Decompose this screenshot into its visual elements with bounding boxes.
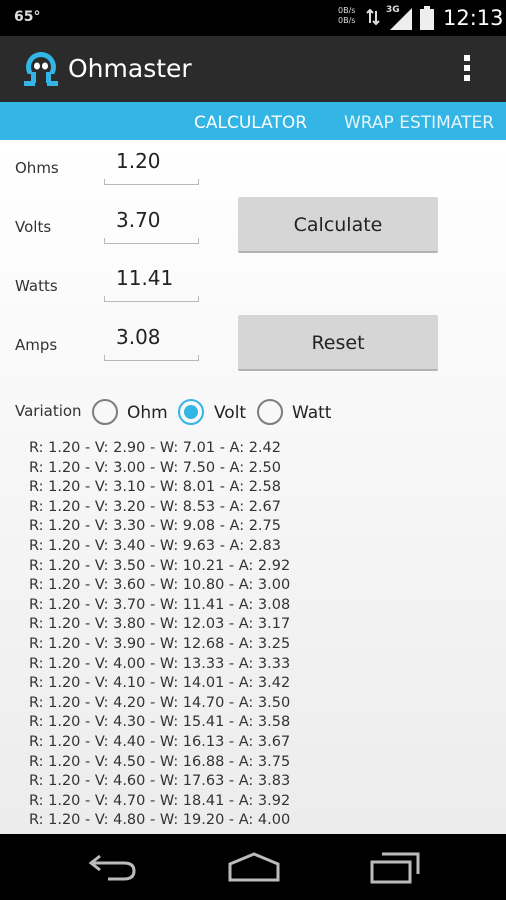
radio-ohm[interactable] <box>92 399 118 425</box>
reset-button[interactable]: Reset <box>238 315 438 371</box>
status-bar: 65° 0B/s 0B/s 3G 12:13 <box>0 0 506 36</box>
variation-label: Variation <box>15 402 82 420</box>
result-line: R: 1.20 - V: 3.70 - W: 11.41 - A: 3.08 <box>29 596 291 613</box>
battery-icon <box>420 6 434 30</box>
radio-ohm-label[interactable]: Ohm <box>127 403 168 423</box>
data-transfer-icon <box>366 8 380 26</box>
amps-field[interactable]: 3.08 <box>104 319 199 361</box>
result-line: R: 1.20 - V: 4.20 - W: 14.70 - A: 3.50 <box>29 694 291 711</box>
tab-calculator[interactable]: CALCULATOR <box>194 113 307 133</box>
watts-field[interactable]: 11.41 <box>104 260 199 302</box>
recent-apps-icon[interactable] <box>368 850 422 884</box>
radio-watt[interactable] <box>257 399 283 425</box>
result-line: R: 1.20 - V: 4.70 - W: 18.41 - A: 3.92 <box>29 792 291 809</box>
data-rate-down: 0B/s <box>338 16 356 25</box>
calculate-button[interactable]: Calculate <box>238 197 438 253</box>
data-rate-up: 0B/s <box>338 6 356 15</box>
navigation-bar <box>0 834 506 900</box>
home-icon[interactable] <box>226 850 282 884</box>
ohms-value: 1.20 <box>116 149 161 173</box>
result-line: R: 1.20 - V: 4.60 - W: 17.63 - A: 3.83 <box>29 773 291 790</box>
result-line: R: 1.20 - V: 4.00 - W: 13.33 - A: 3.33 <box>29 655 291 672</box>
overflow-menu-icon[interactable] <box>462 55 472 85</box>
action-bar: Ohmaster <box>0 36 506 102</box>
app-title: Ohmaster <box>68 54 192 83</box>
result-line: R: 1.20 - V: 3.20 - W: 8.53 - A: 2.67 <box>29 498 281 515</box>
radio-volt-label[interactable]: Volt <box>214 403 246 423</box>
result-line: R: 1.20 - V: 3.90 - W: 12.68 - A: 3.25 <box>29 635 291 652</box>
tab-wrap-estimater[interactable]: WRAP ESTIMATER <box>344 113 494 133</box>
radio-volt[interactable] <box>178 399 204 425</box>
volts-field[interactable]: 3.70 <box>104 202 199 244</box>
result-line: R: 1.20 - V: 3.40 - W: 9.63 - A: 2.83 <box>29 537 281 554</box>
status-time: 12:13 <box>443 6 504 30</box>
result-line: R: 1.20 - V: 4.50 - W: 16.88 - A: 3.75 <box>29 753 291 770</box>
result-line: R: 1.20 - V: 4.10 - W: 14.01 - A: 3.42 <box>29 675 291 692</box>
result-line: R: 1.20 - V: 4.30 - W: 15.41 - A: 3.58 <box>29 714 291 731</box>
ohms-field[interactable]: 1.20 <box>104 143 199 185</box>
result-line: R: 1.20 - V: 3.00 - W: 7.50 - A: 2.50 <box>29 459 281 476</box>
amps-label: Amps <box>15 336 58 354</box>
ohms-label: Ohms <box>15 159 59 177</box>
result-line: R: 1.20 - V: 2.90 - W: 7.01 - A: 2.42 <box>29 440 281 456</box>
watts-value: 11.41 <box>116 266 174 290</box>
signal-strength-icon <box>390 8 412 30</box>
result-line: R: 1.20 - V: 3.10 - W: 8.01 - A: 2.58 <box>29 479 281 496</box>
data-rate-indicator: 0B/s 0B/s <box>338 6 355 26</box>
volts-label: Volts <box>15 218 52 236</box>
result-line: R: 1.20 - V: 3.80 - W: 12.03 - A: 3.17 <box>29 616 291 633</box>
result-line: R: 1.20 - V: 3.50 - W: 10.21 - A: 2.92 <box>29 557 291 574</box>
tab-bar: CALCULATOR WRAP ESTIMATER <box>0 102 506 140</box>
result-line: R: 1.20 - V: 3.30 - W: 9.08 - A: 2.75 <box>29 518 281 535</box>
volts-value: 3.70 <box>116 208 161 232</box>
result-line: R: 1.20 - V: 3.60 - W: 10.80 - A: 3.00 <box>29 577 291 594</box>
back-icon[interactable] <box>86 850 140 884</box>
calculator-panel: Ohms 1.20 Volts 3.70 Watts 11.41 Amps 3.… <box>0 140 506 834</box>
result-line: R: 1.20 - V: 4.40 - W: 16.13 - A: 3.67 <box>29 733 291 750</box>
results-list: R: 1.20 - V: 2.90 - W: 7.01 - A: 2.42 R:… <box>29 439 290 831</box>
result-line: R: 1.20 - V: 4.80 - W: 19.20 - A: 4.00 <box>29 812 291 829</box>
watts-label: Watts <box>15 277 58 295</box>
amps-value: 3.08 <box>116 325 161 349</box>
status-temperature: 65° <box>14 9 41 25</box>
radio-watt-label[interactable]: Watt <box>292 403 331 423</box>
omega-logo-icon[interactable] <box>22 50 60 88</box>
